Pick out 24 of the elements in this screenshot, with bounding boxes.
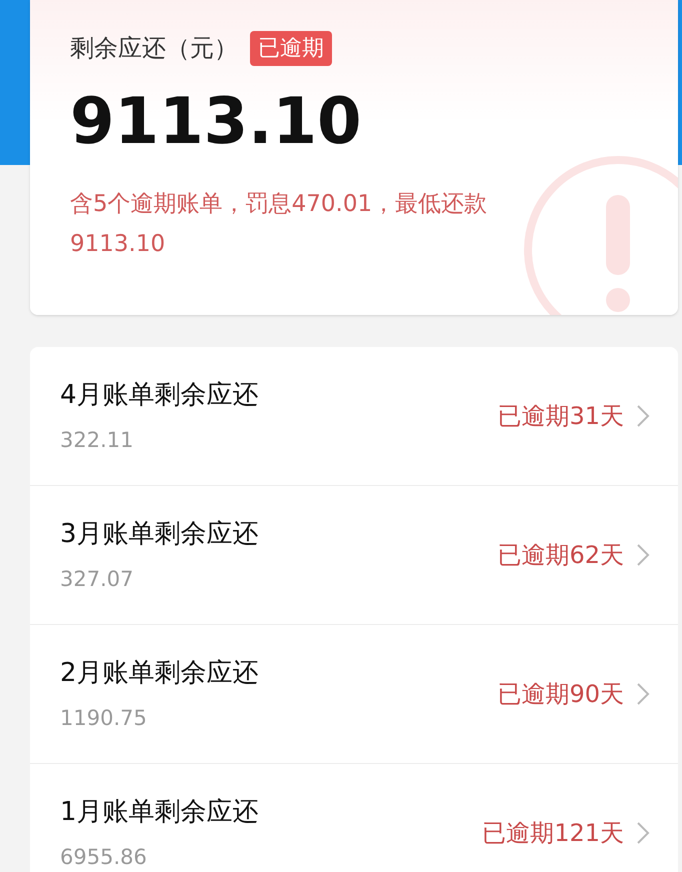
- bill-row[interactable]: 1月账单剩余应还 6955.86 已逾期121天: [30, 764, 678, 872]
- remaining-amount: 9113.10: [70, 90, 362, 154]
- bill-title: 2月账单剩余应还: [60, 656, 260, 690]
- bill-row[interactable]: 3月账单剩余应还 327.07 已逾期62天: [30, 486, 678, 625]
- bill-title: 4月账单剩余应还: [60, 378, 260, 412]
- overdue-days: 已逾期121天: [482, 815, 624, 851]
- bill-row[interactable]: 2月账单剩余应还 1190.75 已逾期90天: [30, 625, 678, 764]
- chevron-right-icon: [636, 543, 650, 567]
- remaining-label: 剩余应还（元）: [70, 33, 238, 64]
- bill-amount: 327.07: [60, 566, 134, 593]
- bill-row[interactable]: 4月账单剩余应还 322.11 已逾期31天: [30, 347, 678, 486]
- bill-title: 3月账单剩余应还: [60, 518, 260, 551]
- chevron-right-icon: [636, 821, 650, 845]
- bill-amount: 6955.86: [60, 844, 148, 871]
- bill-amount: 322.11: [60, 426, 134, 454]
- chevron-right-icon: [636, 404, 650, 428]
- overdue-days: 已逾期62天: [497, 537, 624, 573]
- bill-amount: 1190.75: [60, 704, 148, 732]
- overdue-note: 含5个逾期账单，罚息470.01，最低还款9113.10: [70, 190, 488, 259]
- chevron-right-icon: [636, 682, 650, 706]
- overdue-tag: 已逾期: [250, 30, 332, 66]
- bill-title: 1月账单剩余应还: [60, 796, 260, 829]
- overdue-days: 已逾期31天: [497, 398, 624, 434]
- overdue-days: 已逾期90天: [497, 676, 624, 712]
